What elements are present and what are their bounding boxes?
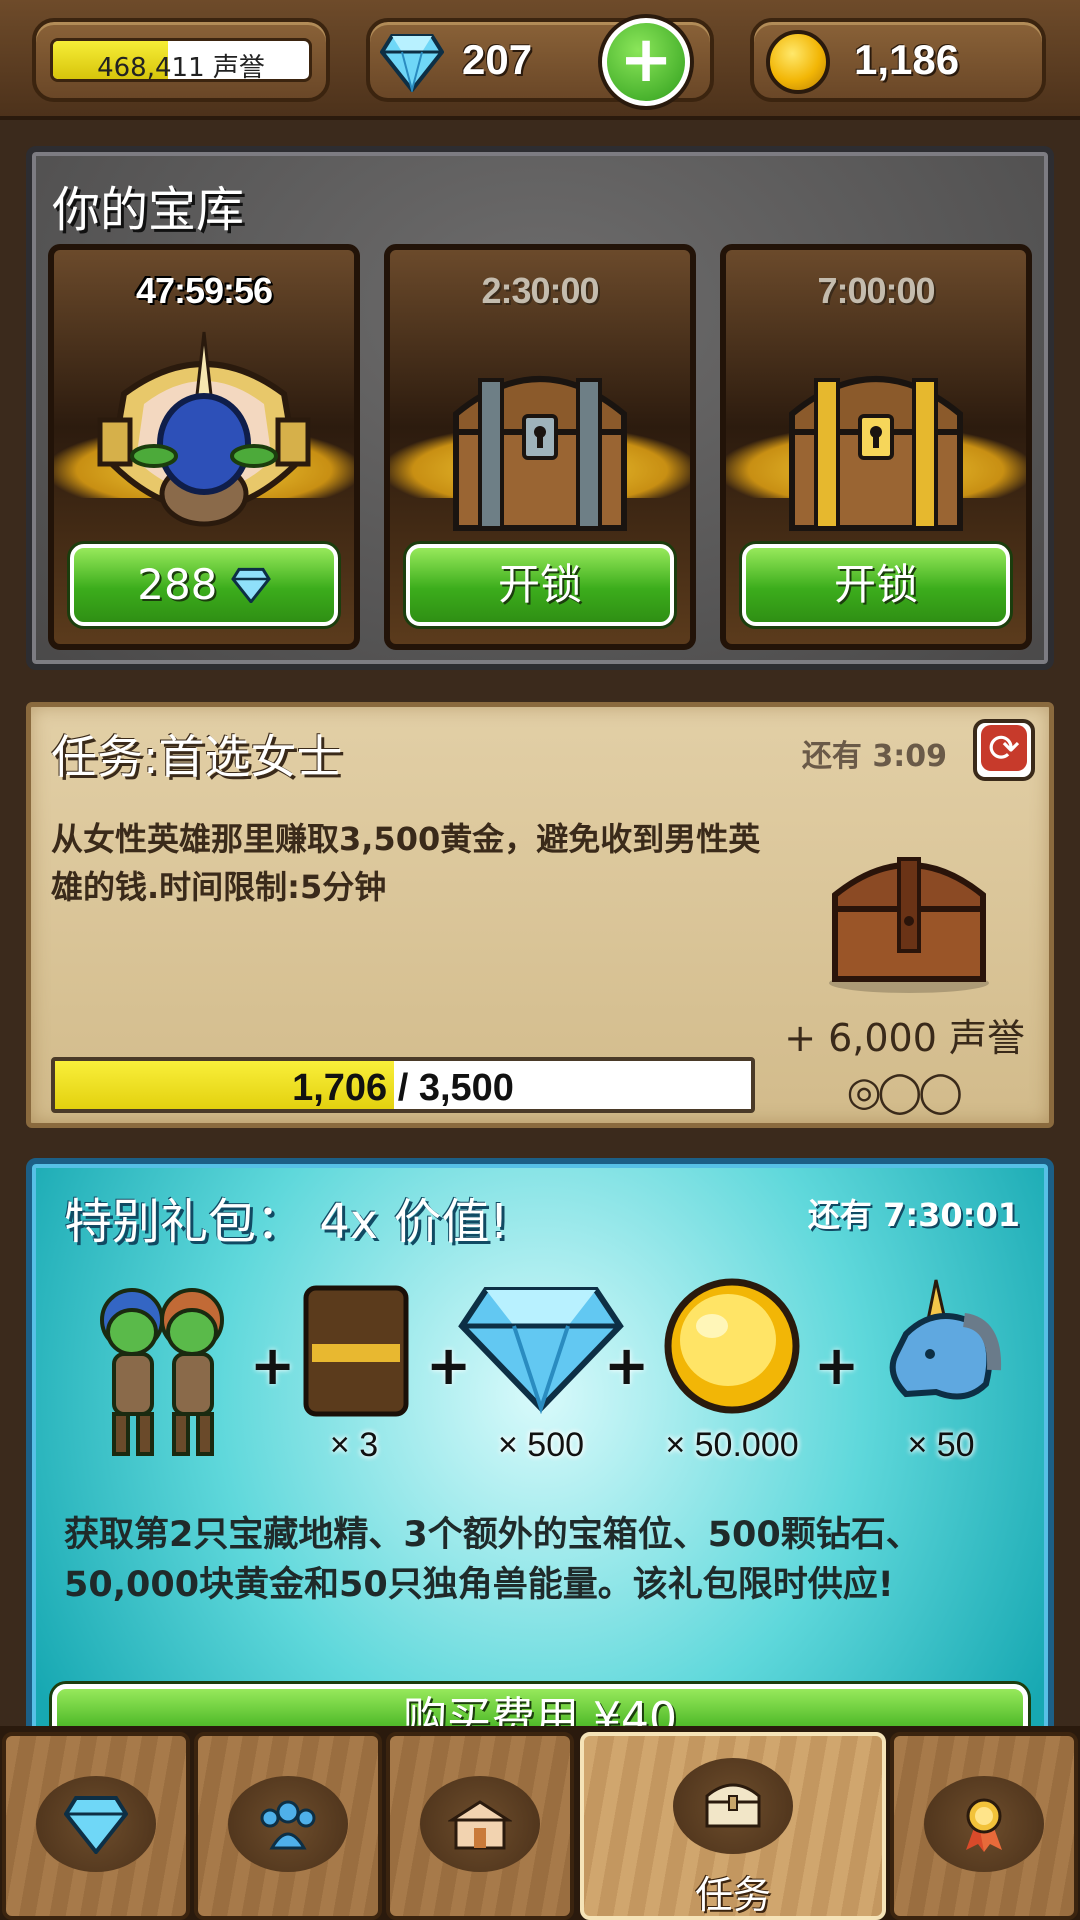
nav-tab-shops[interactable] — [386, 1732, 574, 1920]
goblins-icon — [100, 1288, 224, 1456]
unicorn-chest-goblin-icon — [97, 331, 311, 527]
quest-time-left: 还有 3:09 — [801, 739, 947, 774]
gems-pill: 207 + — [366, 18, 714, 106]
quest-reward: + 6,000 声誉 — [784, 1016, 1025, 1060]
chest-icon — [705, 1783, 761, 1828]
top-resource-bar: 468,411 声誉 207 + 1,186 — [0, 0, 1080, 120]
quest-progress-text: 1,706 / 3,500 — [292, 1067, 514, 1109]
shops-icon — [448, 1800, 512, 1850]
offer-time-left: 还有 7:30:01 — [807, 1196, 1020, 1234]
offer-title: 特别礼包： 4x 价值! — [64, 1194, 509, 1250]
offer-item-goblins — [76, 1274, 246, 1474]
gold-count: × 50.000 — [665, 1426, 799, 1464]
vault-slot-1[interactable]: 47:59:56 288 — [48, 244, 360, 650]
quest-progress-bar: 1,706 / 3,500 — [51, 1057, 755, 1113]
silver-chest-icon — [453, 376, 627, 531]
slot-timer: 2:30:00 — [481, 270, 599, 311]
nav-tab-quests[interactable]: 任务 — [580, 1732, 886, 1920]
gem-unlock-button[interactable]: 288 — [70, 544, 338, 626]
offer-item-unicorn: × 50 — [866, 1274, 1016, 1474]
add-gems-button[interactable]: + — [602, 18, 690, 106]
diamond-icon — [64, 1796, 128, 1854]
plus-sign: + — [250, 1334, 296, 1397]
nav-tab-heroes[interactable] — [194, 1732, 382, 1920]
gold-chest-icon — [789, 376, 963, 531]
unicorn-icon — [889, 1279, 1002, 1400]
nav-tab-label: 任务 — [694, 1873, 771, 1917]
nav-tab-achievements[interactable] — [890, 1732, 1078, 1920]
offer-item-chest-slots: × 3 — [294, 1274, 414, 1474]
unlock-button[interactable]: 开锁 — [742, 544, 1010, 626]
gem-unlock-cost: 288 — [137, 560, 218, 609]
reputation-text: 468,411 声誉 — [97, 53, 265, 82]
vault-panel: 你的宝库 47:59:56 288 2:30:00 开锁 7:00:00 开锁 — [26, 146, 1054, 670]
quest-description: 从女性英雄那里赚取3,500黄金，避免收到男性英雄的钱.时间限制:5分钟 — [51, 820, 761, 906]
nav-tab-gems[interactable] — [2, 1732, 190, 1920]
gold-coin-icon — [766, 30, 830, 94]
gold-count: 1,186 — [854, 36, 960, 83]
gold-pill: 1,186 — [750, 18, 1046, 102]
gem-count: × 500 — [497, 1426, 585, 1464]
diamond-icon — [230, 567, 271, 605]
quest-stage-indicator: ◎◯◯ — [846, 1069, 963, 1115]
quest-panel: 任务:首选女士 还有 3:09 从女性英雄那里赚取3,500黄金，避免收到男性英… — [26, 702, 1054, 1128]
quest-title: 任务:首选女士 — [51, 730, 343, 784]
bottom-navigation: 任务 — [0, 1726, 1080, 1920]
reputation-pill: 468,411 声誉 — [32, 18, 330, 102]
refresh-quest-button[interactable] — [973, 719, 1035, 781]
vault-title: 你的宝库 — [52, 182, 245, 238]
offer-item-gold: × 50.000 — [642, 1274, 822, 1474]
diamond-icon — [380, 34, 444, 92]
reputation-bar: 468,411 声誉 — [50, 38, 312, 82]
reward-chest-icon — [829, 857, 989, 993]
offer-description: 获取第2只宝藏地精、3个额外的宝箱位、500颗钻石、50,000块黄金和50只独… — [64, 1515, 921, 1605]
unlock-button[interactable]: 开锁 — [406, 544, 674, 626]
chest-slot-count: × 3 — [329, 1426, 379, 1464]
plus-sign: + — [814, 1334, 860, 1397]
heroes-icon — [260, 1800, 316, 1850]
vault-slot-2[interactable]: 2:30:00 开锁 — [384, 244, 696, 650]
diamond-icon — [458, 1287, 624, 1414]
slot-timer: 7:00:00 — [817, 270, 935, 311]
offer-item-gems: × 500 — [456, 1274, 626, 1474]
unicorn-count: × 50 — [907, 1426, 975, 1464]
medal-icon — [966, 1798, 1002, 1852]
gems-count: 207 — [462, 36, 533, 83]
gold-coin-icon — [664, 1278, 800, 1414]
vault-slot-3[interactable]: 7:00:00 开锁 — [720, 244, 1032, 650]
slot-timer: 47:59:56 — [135, 270, 273, 311]
chest-slot-icon — [303, 1285, 409, 1417]
